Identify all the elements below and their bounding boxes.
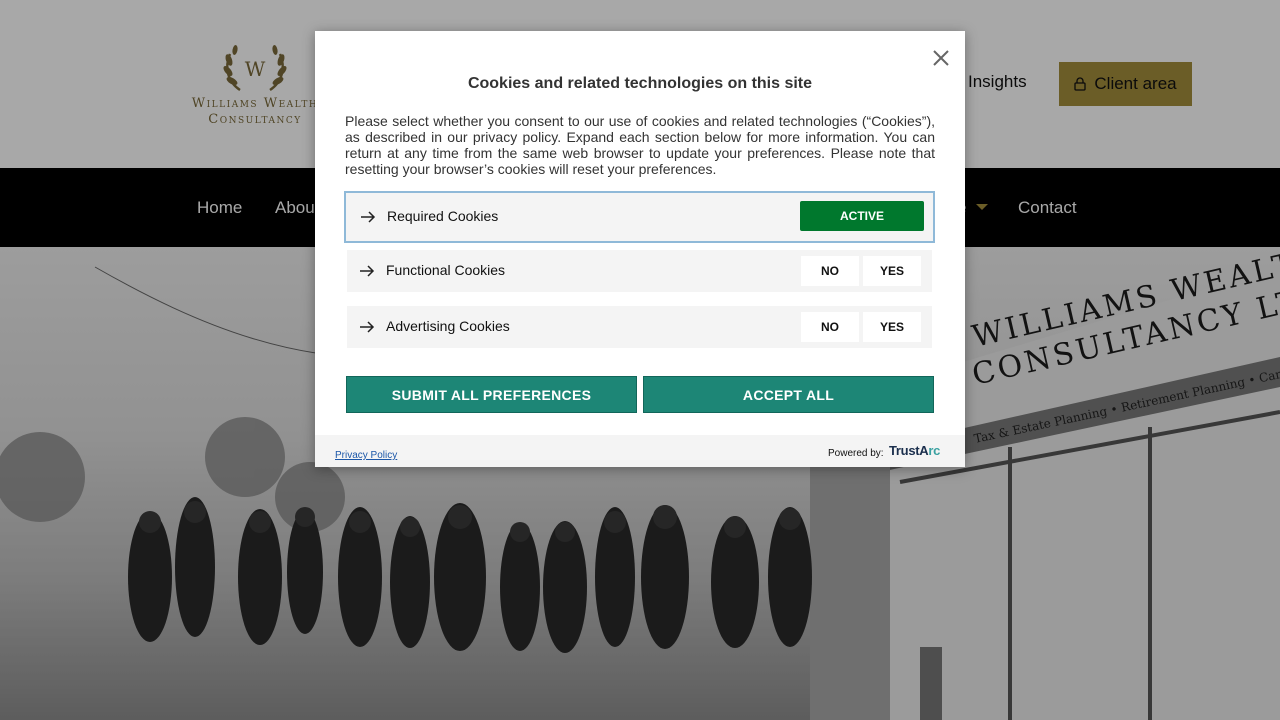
advertising-yes-button[interactable]: YES — [863, 312, 921, 342]
privacy-policy-link[interactable]: Privacy Policy — [335, 450, 397, 461]
functional-cookies-label: Functional Cookies — [386, 262, 506, 278]
trustarc-logo[interactable]: TrustArc — [889, 443, 940, 458]
functional-cookies-row[interactable]: Functional Cookies NO YES — [347, 250, 932, 292]
advertising-cookies-label: Advertising Cookies — [386, 318, 510, 334]
close-icon[interactable] — [930, 47, 952, 69]
required-cookies-label: Required Cookies — [387, 208, 499, 224]
functional-no-button[interactable]: NO — [801, 256, 859, 286]
cookie-consent-dialog: Cookies and related technologies on this… — [315, 31, 965, 467]
functional-yes-button[interactable]: YES — [863, 256, 921, 286]
submit-all-preferences-button[interactable]: SUBMIT ALL PREFERENCES — [346, 376, 637, 413]
arrow-right-icon — [360, 265, 375, 277]
dialog-title: Cookies and related technologies on this… — [467, 75, 813, 92]
arrow-right-icon — [360, 321, 375, 333]
trustarc-logo-main: TrustA — [889, 443, 929, 458]
accept-all-button[interactable]: ACCEPT ALL — [643, 376, 934, 413]
dialog-footer: Privacy Policy Powered by: TrustArc — [315, 435, 965, 467]
active-status-badge: ACTIVE — [800, 201, 924, 231]
dialog-description: Please select whether you consent to our… — [345, 113, 935, 177]
arrow-right-icon — [361, 211, 376, 223]
trustarc-logo-accent: rc — [928, 443, 941, 458]
required-cookies-row[interactable]: Required Cookies ACTIVE — [344, 191, 935, 243]
advertising-no-button[interactable]: NO — [801, 312, 859, 342]
powered-by-label: Powered by: — [828, 448, 884, 459]
advertising-cookies-row[interactable]: Advertising Cookies NO YES — [347, 306, 932, 348]
